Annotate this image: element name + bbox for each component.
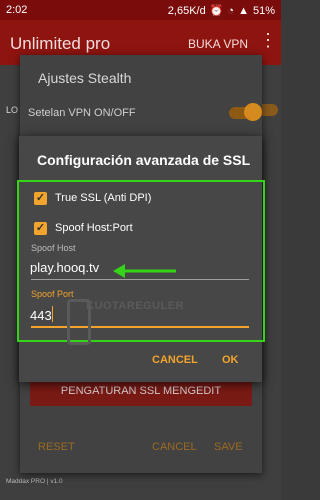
ssl-cancel-button[interactable]: CANCEL (152, 354, 198, 366)
open-vpn-button[interactable]: BUKA VPN (188, 37, 248, 51)
background-label: LO (6, 105, 19, 115)
reset-button[interactable]: RESET (38, 441, 75, 453)
ssl-dialog-title: Configuración avanzada de SSL (37, 152, 251, 168)
highlight-box (17, 180, 265, 342)
footer-version: Maddax PRO | v1.0 (6, 478, 63, 485)
app-title: Unlimited pro (10, 34, 111, 53)
arrow-left-icon (113, 264, 176, 278)
wifi-icon: ◔ (227, 4, 235, 17)
more-vert-icon[interactable]: ⋮ (259, 30, 277, 51)
battery-level: 51% (252, 4, 275, 17)
alarm-icon: ⏰ (209, 5, 224, 17)
ssl-ok-button[interactable]: OK (222, 354, 239, 366)
status-bar: 2:02 2,65K/d ⏰ ◔ ▲ 51% (0, 0, 281, 20)
network-speed: 2,65K/d (167, 4, 206, 17)
vpn-toggle-label: Setelan VPN ON/OFF (28, 107, 136, 119)
watermark-text: KUOTAREGULER (86, 300, 185, 312)
status-icons: 2,65K/d ⏰ ◔ ▲ 51% (167, 4, 275, 18)
vpn-toggle-knob[interactable] (244, 103, 262, 121)
save-button[interactable]: SAVE (214, 441, 243, 453)
cancel-button[interactable]: CANCEL (152, 441, 197, 453)
status-time: 2:02 (6, 4, 28, 16)
dialog-title: Ajustes Stealth (38, 70, 132, 86)
signal-icon: ▲ (238, 4, 249, 17)
